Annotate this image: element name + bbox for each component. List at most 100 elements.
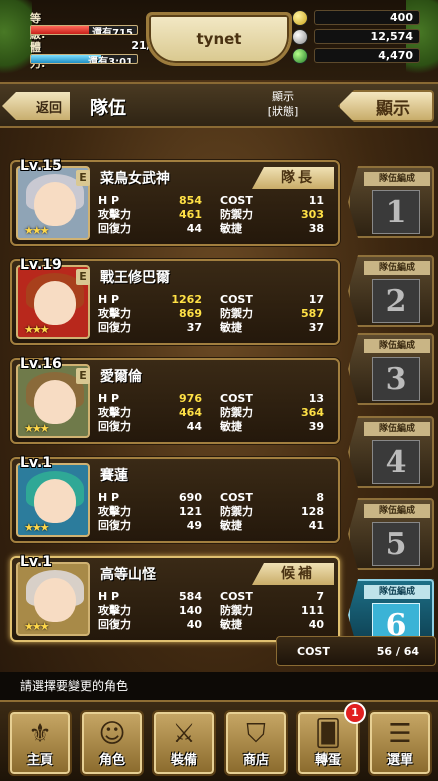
member-card[interactable]: ★★★ Lv.1 賽蓮 H P 690 COST 8 攻擊力 121 防禦力 1… [10, 455, 340, 543]
nav-button-home[interactable]: ⚜ 主頁 [8, 710, 72, 776]
nav-label: 商店 [242, 753, 269, 768]
attack-value: 464 [179, 406, 202, 419]
show-button[interactable]: 顯示 [338, 90, 434, 122]
stat-row-recovery: 回復力 40 敏捷 40 [98, 618, 324, 632]
character-icon: ☺ [98, 719, 126, 749]
nav-button-character[interactable]: ☺ 角色 [80, 710, 144, 776]
coin-value: 12,574 [314, 29, 420, 44]
stat-row-attack: 攻擊力 461 防禦力 303 [98, 208, 324, 222]
party-tab-label: 隊伍編成 [364, 172, 430, 186]
attack-value: 461 [179, 208, 202, 221]
agility-value: 39 [308, 420, 324, 433]
nav-button-shop[interactable]: ⛉ 商店 [224, 710, 288, 776]
home-icon: ⚜ [28, 719, 52, 749]
agility-value: 38 [308, 222, 324, 235]
hp-value: 854 [179, 194, 202, 207]
hp-label: H P [98, 392, 120, 405]
nav-label: 轉蛋 [314, 753, 341, 768]
cost-value: 8 [316, 491, 324, 504]
stat-row-recovery: 回復力 44 敏捷 38 [98, 222, 324, 236]
swords-icon: ⚔ [172, 719, 196, 749]
element-badge: E [76, 368, 90, 384]
party-tab-label: 隊伍編成 [364, 585, 430, 599]
nav-button-menu[interactable]: ☰ 選單 [368, 710, 432, 776]
party-tab-label: 隊伍編成 [364, 504, 430, 518]
stat-row-recovery: 回復力 37 敏捷 37 [98, 321, 324, 335]
attack-label: 攻擊力 [98, 406, 131, 419]
status-bar: 等級: 15 還有715 體力: 21/32 還有3:01 tynet 400 … [0, 0, 438, 80]
cost-value: 7 [316, 590, 324, 603]
party-tab-2[interactable]: 隊伍編成 2 [348, 255, 434, 327]
cost-label: COST [220, 491, 253, 504]
stamina-remaining: 還有3:01 [88, 57, 133, 64]
portrait-face [34, 380, 76, 424]
defense-label: 防禦力 [220, 208, 253, 221]
member-card[interactable]: ★★★ Lv.1 高等山怪 候補 H P 584 COST 7 攻擊力 140 … [10, 554, 340, 642]
portrait-face [34, 578, 76, 622]
member-name: 愛爾倫 [100, 369, 142, 385]
notification-badge: 1 [344, 702, 366, 724]
rarity-stars: ★★★ [24, 224, 50, 237]
agility-value: 37 [308, 321, 324, 334]
party-tab-number: 5 [372, 522, 420, 566]
hp-label: H P [98, 491, 120, 504]
rarity-stars: ★★★ [24, 521, 50, 534]
party-tab-4[interactable]: 隊伍編成 4 [348, 416, 434, 488]
member-name: 高等山怪 [100, 567, 156, 583]
nav-label: 角色 [98, 753, 125, 768]
stat-row-hp: H P 976 COST 13 [98, 392, 324, 406]
member-card[interactable]: ★★★ Lv.15 E 菜鳥女武神 隊長 H P 854 COST 11 攻擊力… [10, 158, 340, 246]
points-counter: 4,470 [292, 48, 420, 64]
exp-remaining: 還有715 [92, 28, 133, 35]
member-card[interactable]: ★★★ Lv.16 E 愛爾倫 H P 976 COST 13 攻擊力 464 … [10, 356, 340, 444]
cost-summary-label: COST [297, 645, 330, 658]
member-role-badge: 隊長 [252, 167, 334, 189]
stat-row-hp: H P 584 COST 7 [98, 590, 324, 604]
exp-bar-fill [31, 26, 90, 34]
portrait-face [34, 182, 76, 226]
attack-label: 攻擊力 [98, 505, 131, 518]
member-stats: H P 690 COST 8 攻擊力 121 防禦力 128 回復力 49 敏捷… [98, 491, 324, 533]
page-title: 隊伍 [90, 98, 126, 119]
nav-button-cards[interactable]: 🂠 轉蛋 1 [296, 702, 366, 776]
member-stats: H P 584 COST 7 攻擊力 140 防禦力 111 回復力 40 敏捷… [98, 590, 324, 632]
attack-value: 140 [179, 604, 202, 617]
recovery-label: 回復力 [98, 618, 131, 631]
recovery-label: 回復力 [98, 420, 131, 433]
hp-value: 976 [179, 392, 202, 405]
portrait-face [34, 479, 76, 523]
member-stats: H P 976 COST 13 攻擊力 464 防禦力 364 回復力 44 敏… [98, 392, 324, 434]
portrait-face [34, 281, 76, 325]
character-portrait: ★★★ [16, 562, 90, 636]
recovery-label: 回復力 [98, 519, 131, 532]
coin-counter: 12,574 [292, 29, 420, 45]
element-badge: E [76, 170, 90, 186]
party-tab-3[interactable]: 隊伍編成 3 [348, 333, 434, 405]
recovery-value: 44 [186, 222, 202, 235]
back-button-label: 返回 [35, 100, 62, 116]
show-button-label: 顯示 [376, 98, 410, 119]
instruction-message: 請選擇要變更的角色 [0, 672, 438, 700]
display-mode-value: [狀態] [267, 105, 299, 118]
menu-icon: ☰ [388, 719, 412, 749]
defense-value: 128 [301, 505, 324, 518]
back-button[interactable]: 返回 [2, 92, 70, 120]
leaf-decoration-left [0, 0, 32, 80]
member-card[interactable]: ★★★ Lv.19 E 戰王修巴爾 H P 1262 COST 17 攻擊力 8… [10, 257, 340, 345]
cost-label: COST [220, 293, 253, 306]
hp-label: H P [98, 194, 120, 207]
nav-button-swords[interactable]: ⚔ 裝備 [152, 710, 216, 776]
party-tab-label: 隊伍編成 [364, 261, 430, 275]
attack-label: 攻擊力 [98, 208, 131, 221]
party-tab-5[interactable]: 隊伍編成 5 [348, 498, 434, 570]
cost-label: COST [220, 590, 253, 603]
stat-row-hp: H P 1262 COST 17 [98, 293, 324, 307]
stat-row-hp: H P 690 COST 8 [98, 491, 324, 505]
attack-value: 121 [179, 505, 202, 518]
cost-label: COST [220, 392, 253, 405]
party-tab-1[interactable]: 隊伍編成 1 [348, 166, 434, 238]
player-name: tynet [196, 30, 242, 48]
member-stats: H P 1262 COST 17 攻擊力 869 防禦力 587 回復力 37 … [98, 293, 324, 335]
cost-value: 17 [308, 293, 324, 306]
green-orb-icon [292, 48, 308, 64]
